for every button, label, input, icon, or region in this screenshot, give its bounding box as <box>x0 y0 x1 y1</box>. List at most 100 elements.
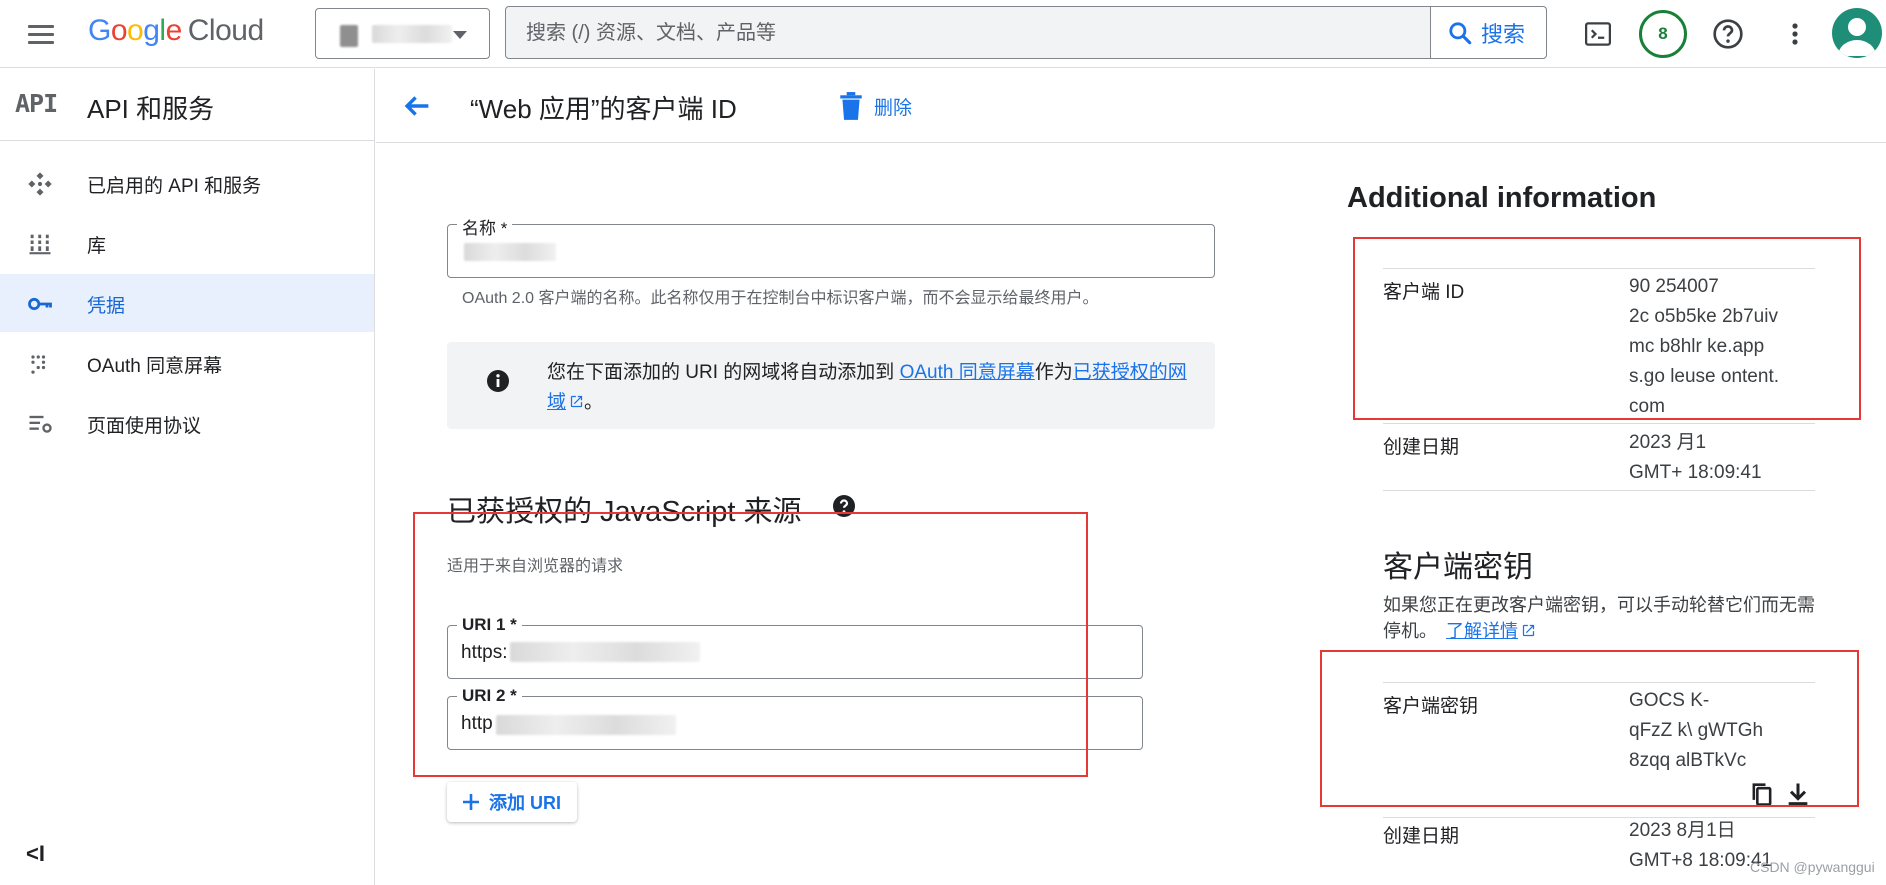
created-date-value: 2023 月1 GMT+ 18:09:41 <box>1629 428 1815 488</box>
page-settings-icon <box>29 415 52 433</box>
project-picker[interactable] <box>315 8 490 59</box>
trash-icon <box>840 92 862 120</box>
client-id-line: 2c o5b5ke 2b7uiv <box>1629 306 1778 327</box>
divider <box>1383 490 1815 491</box>
download-icon[interactable] <box>1784 780 1812 808</box>
account-avatar[interactable] <box>1832 8 1882 58</box>
uri-2-label: URI 2 * <box>457 686 522 706</box>
notifications-badge[interactable]: 8 <box>1639 10 1687 58</box>
sidebar-header: API API 和服务 <box>0 69 375 141</box>
logo-letter: g <box>143 14 160 47</box>
sidebar-item-label: 已启用的 API 和服务 <box>87 176 262 197</box>
info-text-part: 您在下面添加的 URI 的网域将自动添加到 <box>547 362 900 383</box>
cloud-shell-icon[interactable] <box>1578 14 1618 54</box>
divider <box>1383 268 1815 269</box>
client-id-line: s.go leuse ontent. <box>1629 366 1779 387</box>
name-value-redacted[interactable] <box>464 243 556 261</box>
info-text-part: 。 <box>584 392 604 413</box>
help-circle-icon[interactable] <box>832 494 856 518</box>
uri-1-field: URI 1 * <box>447 615 1143 679</box>
uri-1-label: URI 1 * <box>457 615 522 635</box>
sidebar-item-library[interactable]: 库 <box>0 214 374 272</box>
search-button[interactable]: 搜索 <box>1430 7 1546 58</box>
help-icon[interactable] <box>1708 14 1748 54</box>
google-cloud-logo[interactable]: Google Cloud <box>88 14 264 48</box>
watermark: CSDN @pywanggui <box>1750 859 1875 875</box>
client-id-value[interactable]: 90 254007 2c o5b5ke 2b7uiv mc b8hlr ke.a… <box>1629 272 1815 422</box>
search-input[interactable] <box>526 17 1406 49</box>
consent-screen-icon <box>31 355 46 374</box>
back-arrow-icon[interactable] <box>400 89 434 123</box>
client-secret-line: qFzZ k\ gWTGh <box>1629 720 1764 741</box>
client-secret-label: 客户端密钥 <box>1383 696 1479 717</box>
logo-letter: o <box>127 14 144 47</box>
logo-letter: G <box>88 14 111 47</box>
copy-icon[interactable] <box>1748 780 1776 808</box>
client-secret-title: 客户端密钥 <box>1383 551 1533 584</box>
info-text-part: 作为 <box>1034 362 1073 383</box>
client-secret-line: GOCS K- <box>1629 690 1710 711</box>
client-secret-line: 8zqq alBTkVc <box>1629 750 1747 771</box>
logo-product: Cloud <box>187 14 264 47</box>
additional-info-title: Additional information <box>1347 182 1657 214</box>
name-field-label: 名称 * <box>457 214 513 239</box>
client-secret-value[interactable]: GOCS K- qFzZ k\ gWTGh 8zqq alBTkVc <box>1629 686 1815 776</box>
learn-more-link[interactable]: 了解详情 <box>1446 621 1518 641</box>
client-id-line: com <box>1629 396 1665 417</box>
client-secret-description: 如果您正在更改客户端密钥，可以手动轮替它们而无需停机。 了解详情 <box>1383 592 1823 644</box>
sidebar-item-page-usage[interactable]: 页面使用协议 <box>0 394 374 452</box>
key-icon <box>28 297 52 311</box>
logo-letter: e <box>165 14 183 47</box>
sidebar-item-label: 凭据 <box>87 296 126 317</box>
external-link-icon <box>1522 624 1535 637</box>
main-menu-icon[interactable] <box>24 18 56 50</box>
search-icon <box>1449 21 1472 44</box>
divider <box>1383 423 1815 424</box>
chevron-down-icon <box>453 31 467 39</box>
sidebar-item-label: 库 <box>87 236 107 257</box>
delete-button[interactable]: 删除 <box>838 89 912 123</box>
name-hint: OAuth 2.0 客户端的名称。此名称仅用于在控制台中标识客户端，而不会显示给… <box>462 290 1099 307</box>
sidebar-item-label: 页面使用协议 <box>87 416 202 437</box>
sidebar: API API 和服务 已启用的 API 和服务 库 凭据 OAuth 同意屏幕… <box>0 69 375 885</box>
js-origins-title: 已获授权的 JavaScript 来源 <box>447 496 802 528</box>
client-id-line: mc b8hlr ke.app <box>1629 336 1765 357</box>
enabled-apis-icon <box>28 172 52 196</box>
sidebar-item-enabled-apis[interactable]: 已启用的 API 和服务 <box>0 154 374 212</box>
plus-icon <box>463 794 479 810</box>
delete-button-label: 删除 <box>874 97 913 119</box>
uri-2-redacted <box>496 715 676 735</box>
divider <box>1383 682 1815 683</box>
add-uri-label: 添加 URI <box>489 793 561 813</box>
sidebar-title: API 和服务 <box>87 94 215 124</box>
sidebar-item-oauth-consent[interactable]: OAuth 同意屏幕 <box>0 334 374 392</box>
info-icon <box>487 370 509 392</box>
logo-letter: o <box>110 14 128 47</box>
created-date-line: 2023 月1 <box>1629 432 1707 453</box>
top-app-bar: GoogleCloud 搜索 8 <box>0 0 1886 68</box>
info-text: 您在下面添加的 URI 的网域将自动添加到 OAuth 同意屏幕作为已获授权的网… <box>547 358 1187 418</box>
name-field: 名称 * <box>447 214 1215 278</box>
page-title: “Web 应用”的客户端 ID <box>470 94 737 124</box>
search-bar: 搜索 <box>505 6 1547 59</box>
more-vert-icon[interactable] <box>1775 14 1815 54</box>
uri-2-field: URI 2 * <box>447 686 1143 750</box>
project-name-redacted <box>372 25 452 43</box>
project-icon <box>340 25 358 47</box>
api-logo: API <box>15 89 58 118</box>
sidebar-item-label: OAuth 同意屏幕 <box>87 356 223 377</box>
collapse-sidebar-button[interactable]: <I <box>26 841 45 867</box>
created-date-label: 创建日期 <box>1383 437 1460 458</box>
info-banner: 您在下面添加的 URI 的网域将自动添加到 OAuth 同意屏幕作为已获授权的网… <box>447 342 1215 429</box>
oauth-consent-link[interactable]: OAuth 同意屏幕 <box>900 362 1035 383</box>
client-id-label: 客户端 ID <box>1383 282 1465 303</box>
secret-created-date-label: 创建日期 <box>1383 826 1460 847</box>
search-button-label: 搜索 <box>1481 21 1526 47</box>
sidebar-item-credentials[interactable]: 凭据 <box>0 274 374 332</box>
add-uri-button[interactable]: 添加 URI <box>447 782 577 822</box>
page-header: “Web 应用”的客户端 ID 删除 <box>376 69 1886 143</box>
external-link-icon <box>570 395 583 408</box>
uri-1-redacted <box>510 642 700 662</box>
created-date-line: GMT+ 18:09:41 <box>1629 462 1762 483</box>
js-origins-hint: 适用于来自浏览器的请求 <box>447 558 624 575</box>
